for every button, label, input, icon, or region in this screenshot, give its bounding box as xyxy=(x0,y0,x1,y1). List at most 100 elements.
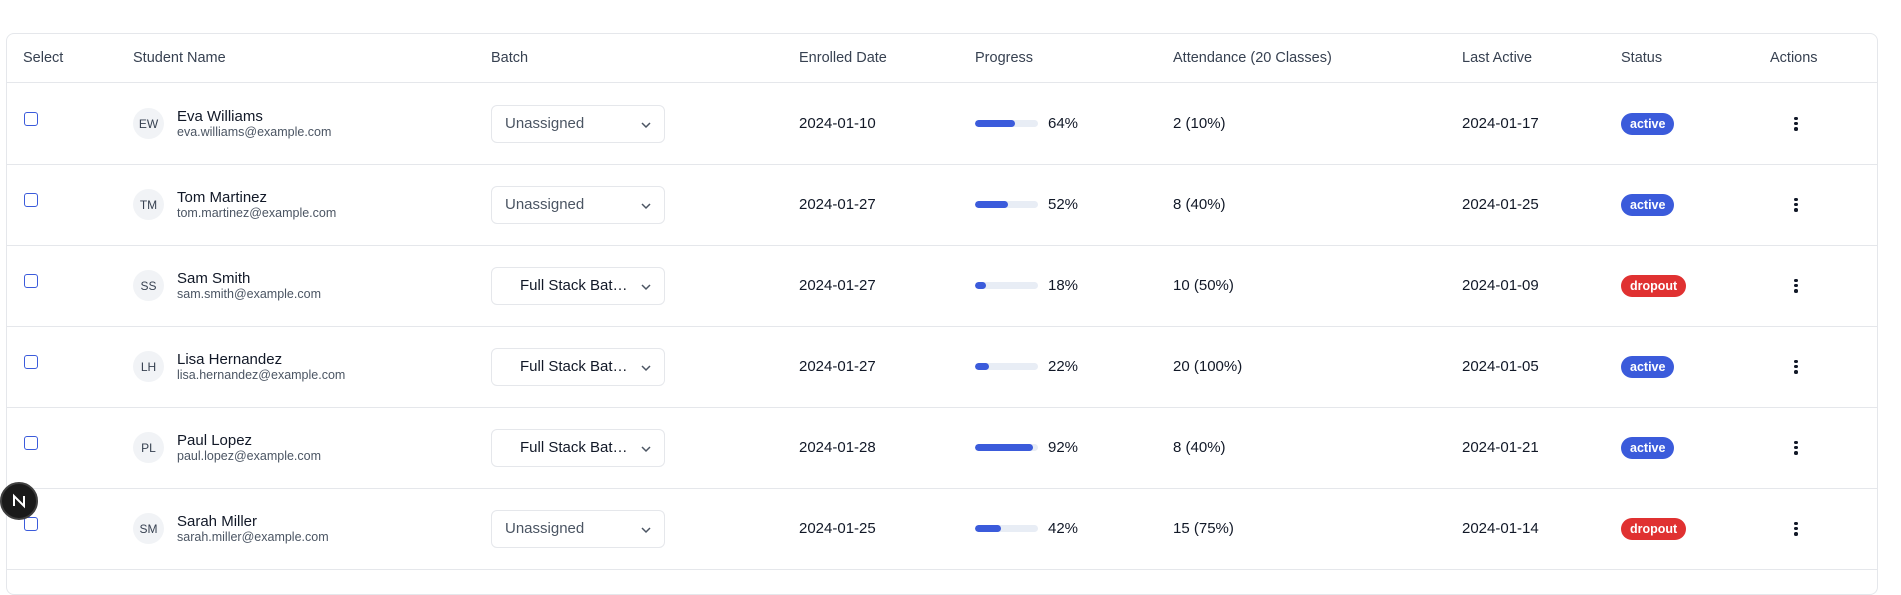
progress-fill xyxy=(975,363,989,370)
student-email: lisa.hernandez@example.com xyxy=(177,367,346,382)
header-enrolled-date: Enrolled Date xyxy=(799,50,887,66)
progress-fill xyxy=(975,525,1002,532)
batch-cell: Full Stack Batch... xyxy=(491,407,665,488)
student-info: Sam Smith sam.smith@example.com xyxy=(177,270,321,302)
header-batch: Batch xyxy=(491,50,529,66)
student-email: paul.lopez@example.com xyxy=(177,448,322,463)
table-row: LH Lisa Hernandez lisa.hernandez@example.c… xyxy=(7,326,1877,408)
student-email: eva.williams@example.com xyxy=(177,124,332,139)
avatar: EW xyxy=(133,108,164,139)
student-info: Sarah Miller sarah.miller@example.com xyxy=(177,513,329,545)
student-info: Lisa Hernandez lisa.hernandez@example.com xyxy=(177,351,345,383)
batch-value: Full Stack Batch... xyxy=(520,277,632,294)
status-badge: active xyxy=(1621,112,1675,135)
progress-bar xyxy=(975,282,1038,289)
last-active: 2024-01-25 xyxy=(1462,196,1539,213)
progress-fill xyxy=(975,120,1016,127)
actions-cell xyxy=(1794,488,1798,569)
row-select-checkbox[interactable] xyxy=(24,517,38,531)
student-email: sarah.miller@example.com xyxy=(177,529,329,544)
status-cell: active xyxy=(1621,326,1675,407)
avatar: SS xyxy=(133,270,164,301)
more-vertical-icon[interactable] xyxy=(1794,359,1798,374)
nextjs-dev-badge[interactable] xyxy=(0,482,38,520)
status-cell: active xyxy=(1621,83,1675,164)
student-info: Tom Martinez tom.martinez@example.com xyxy=(177,189,336,221)
batch-select[interactable]: Full Stack Batch... xyxy=(491,266,665,305)
batch-value: Unassigned xyxy=(505,520,585,537)
row-select-checkbox[interactable] xyxy=(24,193,38,207)
batch-select[interactable]: Full Stack Batch... xyxy=(491,428,665,467)
avatar: LH xyxy=(133,351,164,382)
more-vertical-icon[interactable] xyxy=(1794,197,1798,212)
attendance: 15 (75%) xyxy=(1173,520,1234,537)
row-select-checkbox[interactable] xyxy=(24,112,38,126)
header-actions: Actions xyxy=(1770,50,1818,66)
actions-cell xyxy=(1794,83,1798,164)
header-student-name: Student Name xyxy=(133,50,226,66)
students-table: Select Student Name Batch Enrolled Date … xyxy=(6,33,1878,595)
progress-cell: 64% xyxy=(975,83,1078,164)
table-row: TM Tom Martinez tom.martinez@example.com Un… xyxy=(7,164,1877,246)
student-cell: PL Paul Lopez paul.lopez@example.com xyxy=(133,407,321,488)
more-vertical-icon[interactable] xyxy=(1794,521,1798,536)
progress-cell: 22% xyxy=(975,326,1078,407)
chevron-down-icon xyxy=(641,364,651,371)
attendance: 2 (10%) xyxy=(1173,115,1226,132)
row-select-checkbox[interactable] xyxy=(24,274,38,288)
last-active: 2024-01-17 xyxy=(1462,115,1539,132)
actions-cell xyxy=(1794,326,1798,407)
enrolled-date: 2024-01-25 xyxy=(799,520,876,537)
last-active: 2024-01-21 xyxy=(1462,439,1539,456)
chevron-down-icon xyxy=(641,283,651,290)
row-select-checkbox[interactable] xyxy=(24,436,38,450)
progress-label: 64% xyxy=(1048,115,1079,132)
progress-label: 18% xyxy=(1048,277,1079,294)
status-cell: dropout xyxy=(1621,488,1687,569)
batch-select[interactable]: Unassigned xyxy=(491,104,665,143)
table-row: SM Sarah Miller sarah.miller@example.com Un… xyxy=(7,488,1877,570)
student-cell: TM Tom Martinez tom.martinez@example.com xyxy=(133,164,336,245)
more-vertical-icon[interactable] xyxy=(1794,440,1798,455)
more-vertical-icon[interactable] xyxy=(1794,116,1798,131)
avatar: TM xyxy=(133,189,164,220)
student-info: Eva Williams eva.williams@example.com xyxy=(177,108,331,140)
status-badge: dropout xyxy=(1621,517,1687,540)
more-vertical-icon[interactable] xyxy=(1794,278,1798,293)
last-active: 2024-01-14 xyxy=(1462,520,1539,537)
enrolled-date: 2024-01-27 xyxy=(799,196,876,213)
attendance: 20 (100%) xyxy=(1173,358,1243,375)
actions-cell xyxy=(1794,407,1798,488)
batch-select[interactable]: Full Stack Batch... xyxy=(491,347,665,386)
batch-cell: Unassigned xyxy=(491,83,665,164)
progress-cell: 18% xyxy=(975,245,1078,326)
row-select-checkbox[interactable] xyxy=(24,355,38,369)
progress-bar xyxy=(975,201,1038,208)
student-email: sam.smith@example.com xyxy=(177,286,321,301)
progress-bar xyxy=(975,444,1038,451)
student-cell: SM Sarah Miller sarah.miller@example.com xyxy=(133,488,329,569)
attendance: 8 (40%) xyxy=(1173,196,1226,213)
status-cell: dropout xyxy=(1621,245,1687,326)
batch-select[interactable]: Unassigned xyxy=(491,185,665,224)
chevron-down-icon xyxy=(641,445,651,452)
header-status: Status xyxy=(1621,50,1663,66)
progress-cell: 42% xyxy=(975,488,1078,569)
progress-fill xyxy=(975,201,1008,208)
enrolled-date: 2024-01-27 xyxy=(799,277,876,294)
chevron-down-icon xyxy=(641,526,651,533)
table-row: EW Eva Williams eva.williams@example.com Un… xyxy=(7,83,1877,165)
batch-select[interactable]: Unassigned xyxy=(491,509,665,548)
progress-fill xyxy=(975,444,1033,451)
student-cell: EW Eva Williams eva.williams@example.com xyxy=(133,83,331,164)
progress-label: 52% xyxy=(1048,196,1079,213)
progress-label: 42% xyxy=(1048,520,1079,537)
avatar: SM xyxy=(133,513,164,544)
status-cell: active xyxy=(1621,407,1675,488)
student-email: tom.martinez@example.com xyxy=(177,205,337,220)
actions-cell xyxy=(1794,245,1798,326)
table-row: SS Sam Smith sam.smith@example.com Full Sta… xyxy=(7,245,1877,327)
student-cell: SS Sam Smith sam.smith@example.com xyxy=(133,245,321,326)
chevron-down-icon xyxy=(641,121,651,128)
status-badge: active xyxy=(1621,193,1675,216)
